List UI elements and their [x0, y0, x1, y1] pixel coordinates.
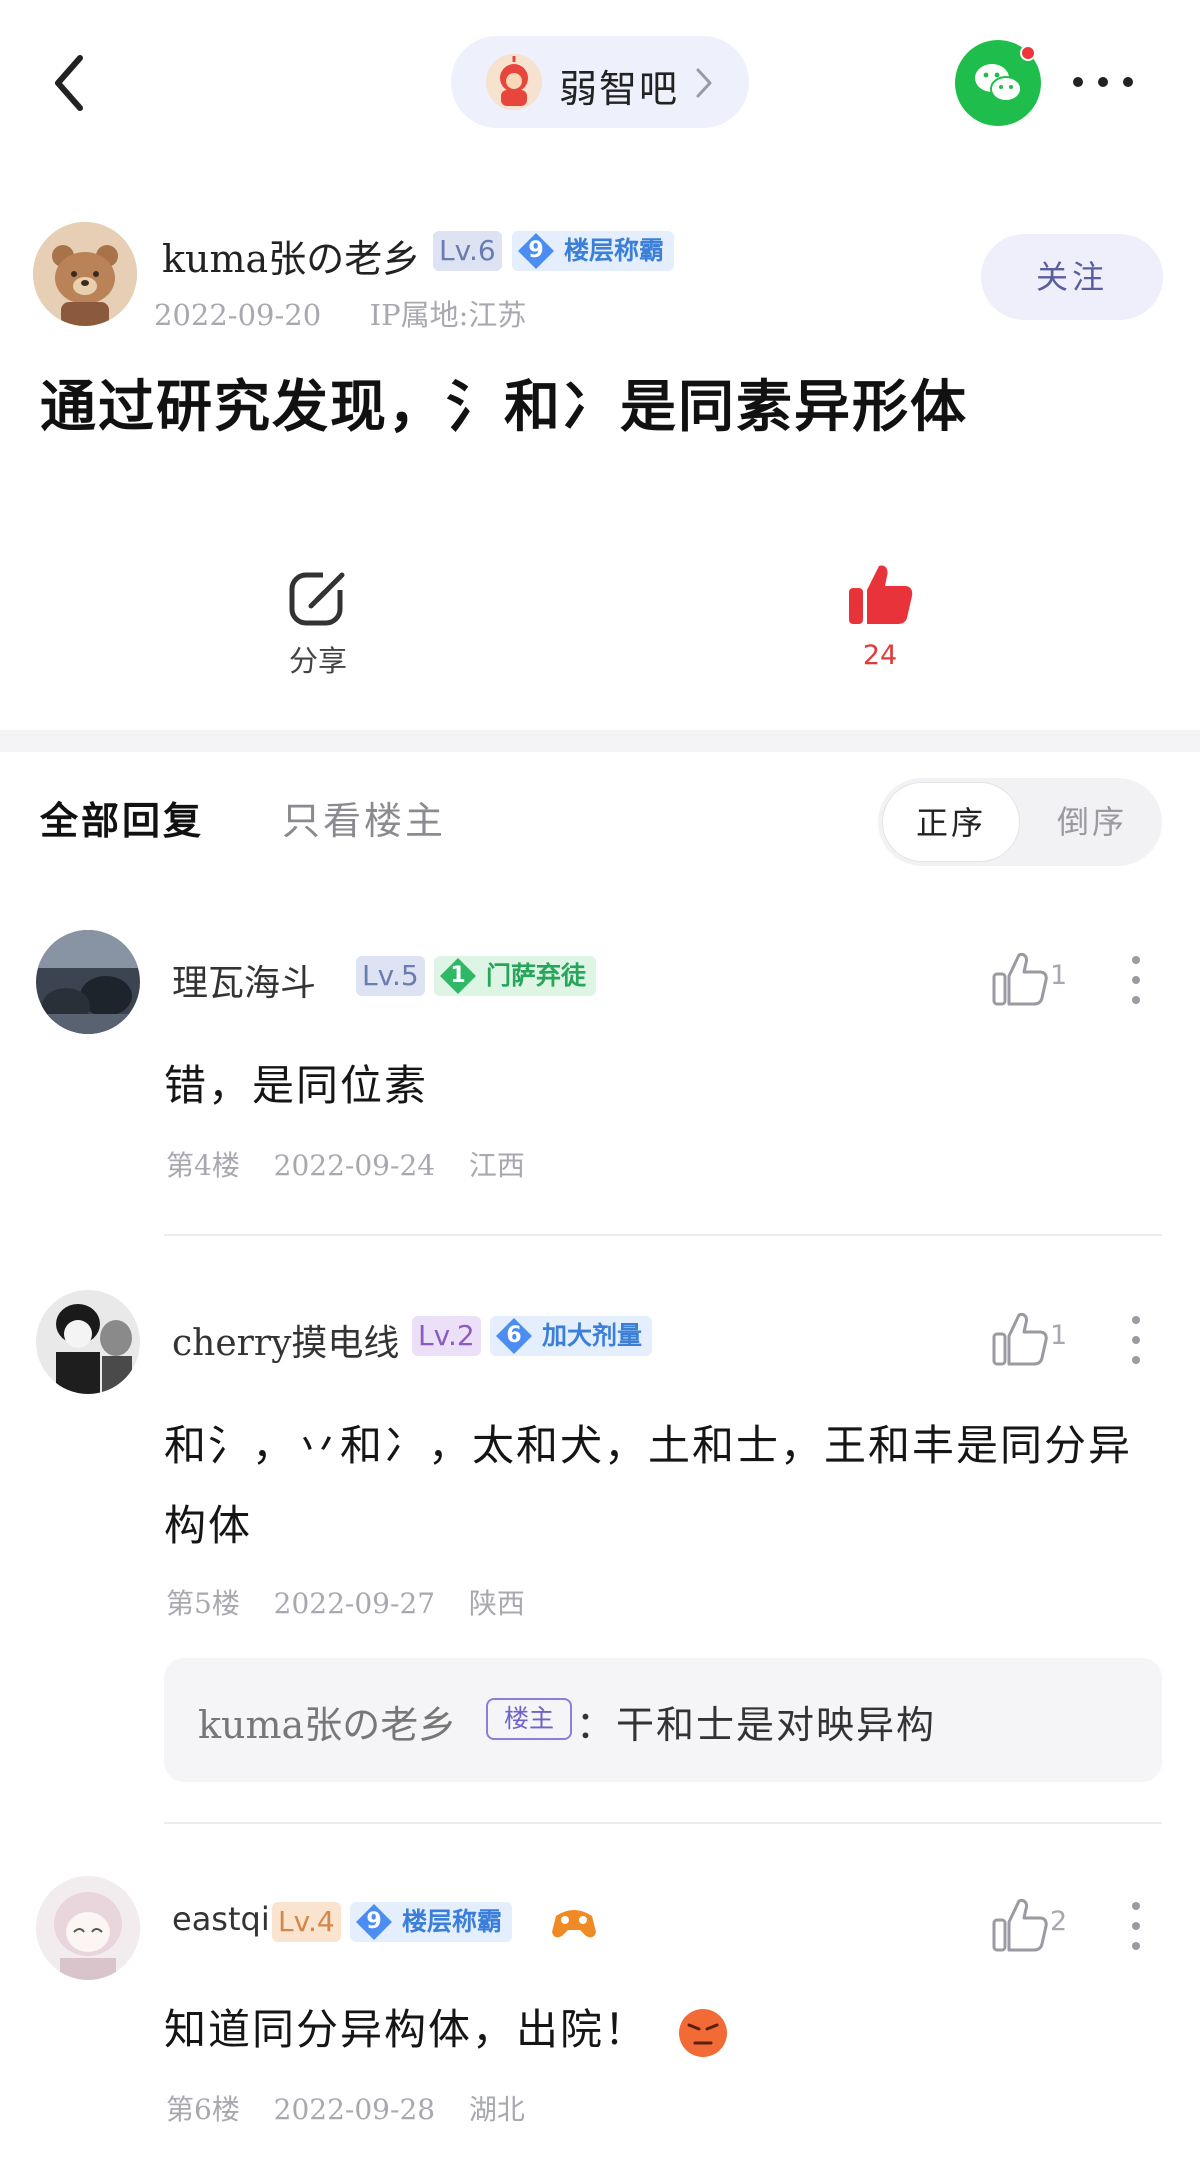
reply-avatar[interactable]	[36, 1876, 140, 1980]
more-vertical-icon[interactable]	[1128, 954, 1144, 1006]
sub-reply-author[interactable]: kuma张の老乡	[198, 1694, 456, 1749]
reply-location: 陕西	[468, 1587, 525, 1620]
level-badge: Lv.6	[433, 231, 502, 271]
forum-link[interactable]: 弱智吧	[451, 36, 749, 128]
reply-date: 2022-09-27	[273, 1587, 436, 1620]
reply-item: cherry摸电线 Lv.2 6 加大剂量 1 和氵，丷和冫，太和犬，土和士，王…	[0, 1280, 1200, 1840]
sort-toggle: 正序 倒序	[878, 778, 1162, 866]
reply-like-count: 1	[1050, 1320, 1068, 1351]
reply-meta: 第6楼 2022-09-28 湖北	[166, 2088, 525, 2128]
sub-reply[interactable]: kuma张の老乡 楼主 ：干和士是对映异构	[164, 1658, 1162, 1782]
author-name[interactable]: kuma张の老乡	[162, 228, 420, 283]
tab-all-replies[interactable]: 全部回复	[40, 790, 204, 845]
gem-icon: 6	[494, 1318, 534, 1354]
gem-icon: 9	[516, 233, 556, 269]
game-badge-icon	[552, 1910, 596, 1938]
reply-avatar[interactable]	[36, 930, 140, 1034]
ip-location: IP属地:江苏	[369, 298, 527, 332]
honor-badge: 9 楼层称霸	[512, 231, 675, 271]
share-icon	[289, 568, 347, 626]
notification-dot	[1020, 45, 1036, 61]
section-divider	[0, 730, 1200, 752]
honor-badge: 1 门萨弃徒	[434, 956, 597, 996]
share-button[interactable]: 分享	[270, 566, 366, 680]
tab-op-only[interactable]: 只看楼主	[282, 790, 446, 845]
reply-author[interactable]: cherry摸电线	[172, 1314, 399, 1366]
floor-number: 第4楼	[166, 1149, 240, 1182]
angry-emoji-icon	[679, 2009, 728, 2057]
reply-text: 和氵，丷和冫，太和犬，土和士，王和丰是同分异构体	[164, 1421, 1133, 1550]
reply-divider	[164, 1234, 1162, 1236]
reply-text: 错，是同位素	[164, 1061, 429, 1110]
reply-author[interactable]: 理瓦海斗	[172, 954, 316, 1006]
like-count: 24	[862, 640, 898, 671]
floor-number: 第5楼	[166, 1587, 240, 1620]
reply-like-count: 2	[1050, 1906, 1068, 1937]
reply-author[interactable]: eastqi	[172, 1900, 270, 1938]
reply-text: 知道同分异构体，出院！	[164, 1990, 1164, 2070]
sort-desc-button[interactable]: 倒序	[1026, 782, 1158, 862]
reply-location: 江西	[468, 1149, 525, 1182]
like-button[interactable]: 24	[830, 560, 930, 671]
author-avatar[interactable]	[33, 222, 137, 326]
post-date: 2022-09-20	[154, 298, 322, 332]
gem-icon: 9	[354, 1904, 394, 1940]
reply-meta: 第4楼 2022-09-24 江西	[166, 1144, 525, 1184]
gem-icon: 1	[438, 958, 478, 994]
forum-name: 弱智吧	[559, 67, 680, 111]
reply-item: 理瓦海斗 Lv.5 1 门萨弃徒 1 错，是同位素 第4楼 2022-09-24…	[0, 920, 1200, 1240]
reply-item: eastqi Lv.4 9 楼层称霸 2 知道同分异构体，出院！ 第6楼 202…	[0, 1866, 1200, 2182]
wechat-share-button[interactable]	[955, 40, 1041, 126]
reply-meta: 第5楼 2022-09-27 陕西	[166, 1582, 525, 1622]
reply-divider	[164, 1822, 1162, 1824]
honor-badge: 6 加大剂量	[490, 1316, 653, 1356]
sub-reply-text: ：干和士是对映异构	[576, 1703, 937, 1747]
level-badge: Lv.2	[412, 1316, 481, 1356]
reply-location: 湖北	[468, 2093, 525, 2126]
reply-like-count: 1	[1050, 960, 1068, 991]
honor-badge: 9 楼层称霸	[350, 1902, 513, 1942]
share-label: 分享	[288, 644, 347, 678]
chevron-right-icon	[696, 68, 712, 98]
floor-number: 第6楼	[166, 2093, 240, 2126]
reply-avatar[interactable]	[36, 1290, 140, 1394]
more-icon[interactable]	[1068, 68, 1138, 96]
thumbs-up-icon	[849, 565, 913, 624]
sort-asc-button[interactable]: 正序	[882, 782, 1020, 862]
level-badge: Lv.5	[356, 956, 425, 996]
more-vertical-icon[interactable]	[1128, 1900, 1144, 1952]
top-bar: 弱智吧	[0, 0, 1200, 160]
reply-date: 2022-09-28	[273, 2093, 436, 2126]
forum-avatar	[486, 54, 542, 110]
reply-date: 2022-09-24	[273, 1149, 436, 1182]
back-icon[interactable]	[48, 50, 98, 116]
follow-button[interactable]: 关注	[981, 234, 1163, 320]
more-vertical-icon[interactable]	[1128, 1314, 1144, 1366]
post-meta: 2022-09-20 IP属地:江苏	[154, 292, 526, 334]
post-title: 通过研究发现，氵和冫是同素异形体	[40, 374, 968, 440]
level-badge: Lv.4	[272, 1902, 341, 1942]
op-tag: 楼主	[486, 1698, 572, 1740]
